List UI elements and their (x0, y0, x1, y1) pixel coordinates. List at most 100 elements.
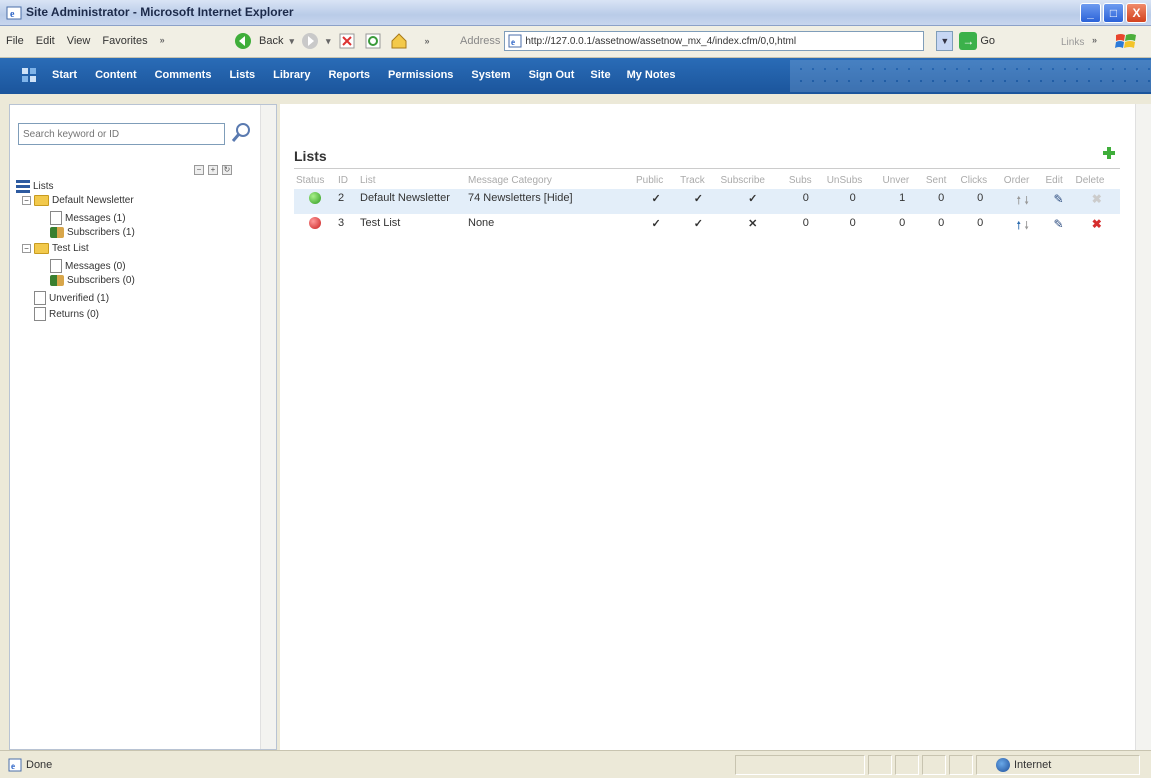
tree-item-test-list[interactable]: − Test List (22, 243, 89, 254)
go-label: Go (980, 35, 996, 47)
forward-icon[interactable] (300, 31, 320, 51)
col-unsubs[interactable]: UnSubs (825, 172, 881, 189)
toolbar-overflow-icon[interactable]: » (425, 36, 430, 46)
maximize-button[interactable]: □ (1103, 3, 1124, 23)
nav-sign-out[interactable]: Sign Out (529, 69, 575, 81)
status-segment (735, 755, 865, 775)
back-dropdown-icon[interactable]: ▾ (289, 36, 294, 47)
list-name-link[interactable]: Default Newsletter (358, 189, 466, 214)
tree-item-default-newsletter[interactable]: − Default Newsletter (22, 195, 134, 206)
col-clicks[interactable]: Clicks (959, 172, 1002, 189)
menu-overflow-icon[interactable]: » (160, 35, 165, 47)
col-order[interactable]: Order (1002, 172, 1044, 189)
tree-item-subscribers[interactable]: Subscribers (1) (50, 227, 135, 238)
move-down-icon[interactable]: 🠗 (1024, 192, 1029, 211)
menu-favorites[interactable]: Favorites (102, 35, 147, 47)
table-row[interactable]: 3 Test List None ✓ ✓ ✕ 0 0 0 0 0 🠕 🠗 ✎ ✖ (294, 214, 1120, 239)
back-button[interactable]: Back (259, 35, 283, 47)
forward-dropdown-icon[interactable]: ▾ (326, 36, 331, 47)
svg-text:e: e (10, 9, 15, 20)
tree-item-subscribers[interactable]: Subscribers (0) (50, 275, 135, 286)
close-button[interactable]: X (1126, 3, 1147, 23)
col-list[interactable]: List (358, 172, 466, 189)
search-input[interactable] (18, 123, 225, 145)
col-sent[interactable]: Sent (924, 172, 959, 189)
public-check-icon[interactable]: ✓ (634, 214, 678, 239)
home-icon[interactable] (389, 31, 409, 51)
col-id[interactable]: ID (336, 172, 358, 189)
track-check-icon[interactable]: ✓ (678, 214, 718, 239)
app-logo-icon (22, 68, 36, 82)
track-check-icon[interactable]: ✓ (678, 189, 719, 214)
links-overflow-icon[interactable]: » (1092, 35, 1097, 45)
nav-comments[interactable]: Comments (155, 69, 212, 81)
document-icon (34, 307, 46, 321)
sidebar-scrollbar[interactable] (260, 105, 276, 749)
address-label: Address (460, 35, 501, 47)
col-status[interactable]: Status (294, 172, 336, 189)
col-edit[interactable]: Edit (1044, 172, 1074, 189)
delete-icon[interactable]: ✖ (1092, 217, 1102, 231)
table-row[interactable]: 2 Default Newsletter 74 Newsletters [Hid… (294, 189, 1120, 214)
tree-expand-all-icon[interactable]: + (208, 165, 218, 175)
edit-pencil-icon[interactable]: ✎ (1053, 217, 1063, 231)
nav-site[interactable]: Site (590, 69, 610, 81)
tree-item-messages[interactable]: Messages (1) (50, 211, 126, 225)
nav-my-notes[interactable]: My Notes (627, 69, 676, 81)
minimize-button[interactable]: _ (1080, 3, 1101, 23)
col-track[interactable]: Track (678, 172, 718, 189)
menu-view[interactable]: View (67, 35, 91, 47)
tree-item-label: Test List (52, 243, 89, 254)
collapse-icon[interactable]: − (22, 244, 31, 253)
move-up-icon[interactable]: 🠕 (1016, 217, 1021, 236)
stop-icon[interactable] (337, 31, 357, 51)
delete-icon: ✖ (1091, 192, 1102, 206)
go-button[interactable]: → Go (959, 32, 995, 50)
nav-content[interactable]: Content (95, 69, 137, 81)
order-cell: 🠕 🠗 (1002, 214, 1044, 239)
nav-start[interactable]: Start (52, 69, 77, 81)
col-public[interactable]: Public (634, 172, 678, 189)
col-subscribe[interactable]: Subscribe (719, 172, 787, 189)
col-message-category[interactable]: Message Category (466, 172, 634, 189)
unver-cell: 0 (899, 217, 906, 229)
links-button[interactable]: Links (1061, 37, 1084, 48)
status-active-icon[interactable] (309, 192, 321, 204)
tree-item-unverified[interactable]: Unverified (1) (34, 291, 109, 305)
tree-collapse-all-icon[interactable]: − (194, 165, 204, 175)
page-done-icon: e (8, 758, 22, 772)
menu-file[interactable]: File (6, 35, 24, 47)
nav-system[interactable]: System (471, 69, 510, 81)
subscribe-cross-icon[interactable]: ✕ (719, 214, 787, 239)
collapse-icon[interactable]: − (22, 196, 31, 205)
col-subs[interactable]: Subs (787, 172, 825, 189)
edit-pencil-icon[interactable]: ✎ (1053, 192, 1063, 206)
col-unver[interactable]: Unver (881, 172, 924, 189)
tree-refresh-icon[interactable]: ↻ (222, 165, 232, 175)
status-text: Done (26, 759, 53, 771)
zone-label: Internet (1014, 759, 1052, 771)
col-delete[interactable]: Delete (1073, 172, 1120, 189)
add-list-icon[interactable] (1102, 146, 1116, 160)
address-dropdown-icon[interactable]: ▼ (936, 31, 954, 51)
tree-item-lists[interactable]: Lists (16, 179, 54, 193)
nav-lists[interactable]: Lists (229, 69, 255, 81)
back-icon[interactable] (233, 31, 253, 51)
nav-library[interactable]: Library (273, 69, 310, 81)
tree-item-messages[interactable]: Messages (0) (50, 259, 126, 273)
search-icon[interactable] (230, 121, 254, 145)
public-check-icon[interactable]: ✓ (634, 189, 679, 214)
refresh-icon[interactable] (363, 31, 383, 51)
address-field[interactable]: e http://127.0.0.1/assetnow/assetnow_mx_… (504, 31, 925, 51)
document-icon (50, 211, 62, 225)
main-scrollbar[interactable] (1135, 104, 1151, 750)
menu-edit[interactable]: Edit (36, 35, 55, 47)
status-segment (922, 755, 946, 775)
nav-reports[interactable]: Reports (328, 69, 370, 81)
status-inactive-icon[interactable] (309, 217, 321, 229)
subscribe-check-icon[interactable]: ✓ (718, 189, 787, 214)
tree-item-returns[interactable]: Returns (0) (34, 307, 99, 321)
sent-cell: 0 (938, 217, 945, 229)
list-name-link[interactable]: Test List (358, 214, 466, 239)
nav-permissions[interactable]: Permissions (388, 69, 453, 81)
